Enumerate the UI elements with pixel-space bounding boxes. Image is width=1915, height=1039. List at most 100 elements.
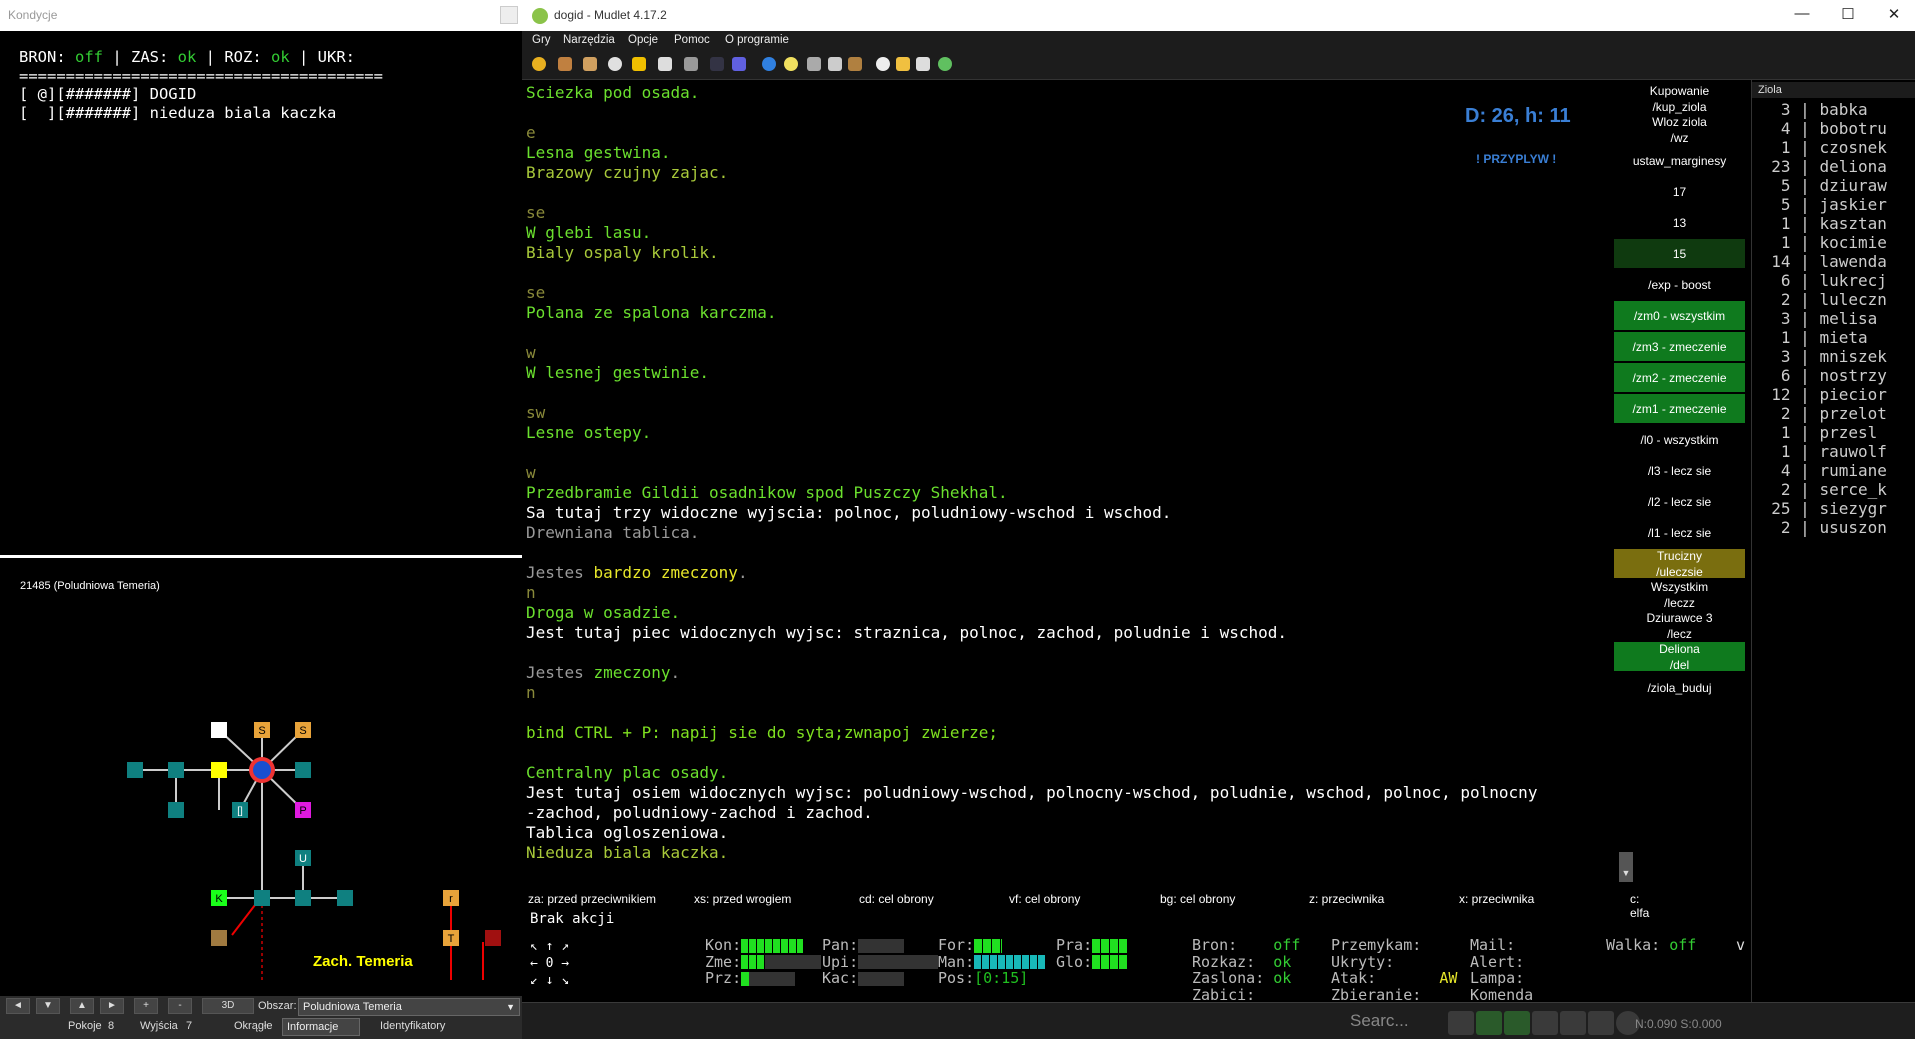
menu-opcje[interactable]: Opcje <box>628 34 658 46</box>
map-wyjscia-value[interactable]: 7 <box>186 1020 192 1032</box>
menu-o-programie[interactable]: O programie <box>725 34 789 46</box>
console-line: Bialy ospaly krolik. <box>526 243 719 262</box>
star-icon[interactable] <box>632 57 646 71</box>
close-button[interactable]: ✕ <box>1879 5 1909 25</box>
record-icon[interactable] <box>876 57 890 71</box>
macro-button[interactable]: /zm3 - zmeczenie <box>1614 332 1745 361</box>
stat-column-2: Pan: Upi: Kac: <box>822 937 939 987</box>
map-obszar-select[interactable]: Poludniowa Temeria ▼ <box>298 998 520 1016</box>
connect-icon[interactable] <box>532 57 546 71</box>
target-tag: za: przed przeciwnikiem <box>528 892 657 906</box>
package-icon[interactable] <box>848 57 862 71</box>
macro-button[interactable]: /l2 - lecz sie <box>1614 487 1745 516</box>
pane-divider[interactable] <box>0 555 522 558</box>
ziola-item: 2 | luleczn <box>1752 290 1887 309</box>
kondycje-close-button[interactable] <box>500 6 518 24</box>
map-zoom-in-button[interactable]: + <box>134 998 158 1014</box>
map-zoom-out-button[interactable]: - <box>168 998 192 1014</box>
ziola-item-count: 4 | <box>1752 119 1820 138</box>
target-tag: x: przeciwnika <box>1459 892 1535 906</box>
compass: ↖ ↑ ↗ ← 0 → ↙ ↓ ↘ <box>530 938 569 989</box>
ziola-item-count: 25 | <box>1752 499 1820 518</box>
macro-button[interactable]: Kupowanie/kup_ziola <box>1614 84 1745 114</box>
variables-icon[interactable] <box>710 57 724 71</box>
map-okragle-checkbox[interactable]: Okrągłe <box>234 1020 273 1032</box>
minimize-button[interactable]: — <box>1787 5 1817 25</box>
map-pokoje-label: Pokoje <box>68 1020 102 1032</box>
ziola-item-count: 23 | <box>1752 157 1820 176</box>
discord-icon[interactable] <box>732 57 746 71</box>
window-icon[interactable] <box>916 57 930 71</box>
help-icon[interactable] <box>938 57 952 71</box>
stat-zme-bar <box>741 955 822 969</box>
wrench-icon[interactable] <box>807 57 821 71</box>
ziola-item-name: siezygr <box>1819 499 1887 518</box>
map-pokoje-value[interactable]: 8 <box>108 1020 114 1032</box>
macro-button[interactable]: /zm0 - wszystkim <box>1614 301 1745 330</box>
macro-button[interactable]: ustaw_marginesy <box>1614 146 1745 175</box>
macro-button[interactable]: Trucizny/uleczsie <box>1614 549 1745 579</box>
map-canvas[interactable]: S S [] P U K r T <box>0 560 522 980</box>
notepad-icon[interactable] <box>896 57 910 71</box>
kondycje-roz-label: | ROZ: <box>196 48 271 66</box>
keyboard-icon[interactable] <box>684 57 698 71</box>
macro-button[interactable]: /ziola_buduj <box>1614 673 1745 702</box>
ziola-item: 1 | przesl <box>1752 423 1887 442</box>
kondycje-bron-value: off <box>75 48 103 66</box>
timestamp-toggle-icon[interactable] <box>1448 1011 1474 1035</box>
ziola-item-count: 12 | <box>1752 385 1820 404</box>
map-pan-down-button[interactable]: ▼ <box>36 998 60 1014</box>
macro-button[interactable]: Dziurawce 3/lecz <box>1614 611 1745 641</box>
command-input[interactable] <box>522 1003 1342 1039</box>
globe-icon[interactable] <box>762 57 776 71</box>
reconnect-icon[interactable] <box>583 57 597 71</box>
menu-pomoc[interactable]: Pomoc <box>674 34 710 46</box>
clock-icon[interactable] <box>608 57 622 71</box>
map-obszar-value: Poludniowa Temeria <box>303 1001 402 1013</box>
replay-icon[interactable] <box>1476 1011 1502 1035</box>
map-pan-right-button[interactable]: ► <box>100 998 124 1014</box>
chevron-down-icon: ▼ <box>506 1002 515 1012</box>
lightbulb-icon[interactable] <box>784 57 798 71</box>
ziola-item: 1 | kocimie <box>1752 233 1887 252</box>
search-input[interactable]: Searc... <box>1350 1011 1409 1031</box>
macro-button[interactable]: 17 <box>1614 177 1745 206</box>
state-column-3: Mail: Alert: Lampa: Komenda <box>1470 937 1533 1003</box>
ziola-item: 3 | melisa <box>1752 309 1887 328</box>
logging-icon[interactable] <box>1504 1011 1530 1035</box>
macro-button[interactable]: /zm2 - zmeczenie <box>1614 363 1745 392</box>
map-info-select[interactable]: Informacje <box>282 1018 360 1036</box>
network-icon[interactable] <box>1588 1011 1614 1035</box>
menu-gry[interactable]: Gry <box>532 34 551 46</box>
trash-icon[interactable] <box>828 57 842 71</box>
map-3d-button[interactable]: 3D <box>202 998 254 1014</box>
status-expand-toggle[interactable]: v <box>1736 937 1745 954</box>
macro-button-label: /lecz <box>1667 626 1692 641</box>
map-identyfikatory-checkbox[interactable]: Identyfikatory <box>380 1020 445 1032</box>
main-console[interactable]: Sciezka pod osada. e Lesna gestwina. Brazow… <box>522 80 1615 866</box>
map-view[interactable]: 21485 (Poludniowa Temeria) S S [] P U K … <box>0 560 522 980</box>
map-pan-up-button[interactable]: ▲ <box>70 998 94 1014</box>
macro-button[interactable]: /l1 - lecz sie <box>1614 518 1745 547</box>
macro-button[interactable]: Wloz ziola/wz <box>1614 115 1745 145</box>
macro-button[interactable]: 15 <box>1614 239 1745 268</box>
menu-narzedzia[interactable]: Narzędzia <box>563 34 615 46</box>
console-line: W lesnej gestwinie. <box>526 363 710 382</box>
macro-button[interactable]: /l3 - lecz sie <box>1614 456 1745 485</box>
maximize-button[interactable]: ☐ <box>1833 5 1863 25</box>
macro-button[interactable]: Deliona/del <box>1614 642 1745 672</box>
macro-button[interactable]: Wszystkim/leczz <box>1614 580 1745 610</box>
emergency-stop-icon[interactable] <box>1532 1011 1558 1035</box>
stat-column-1: Kon: Zme: Prz: <box>705 937 822 987</box>
map-pan-left-button[interactable]: ◄ <box>6 998 30 1014</box>
macro-button[interactable]: /l0 - wszystkim <box>1614 425 1745 454</box>
script-icon[interactable] <box>658 57 672 71</box>
macro-button[interactable]: /zm1 - zmeczenie <box>1614 394 1745 423</box>
macro-button-label: /del <box>1669 657 1690 672</box>
multiview-icon[interactable] <box>1560 1011 1586 1035</box>
macro-button[interactable]: 13 <box>1614 208 1745 237</box>
macro-button[interactable]: /exp - boost <box>1614 270 1745 299</box>
disconnect-icon[interactable] <box>558 57 572 71</box>
kondycje-titlebar: Kondycje <box>0 0 522 31</box>
ziola-item: 6 | nostrzy <box>1752 366 1887 385</box>
